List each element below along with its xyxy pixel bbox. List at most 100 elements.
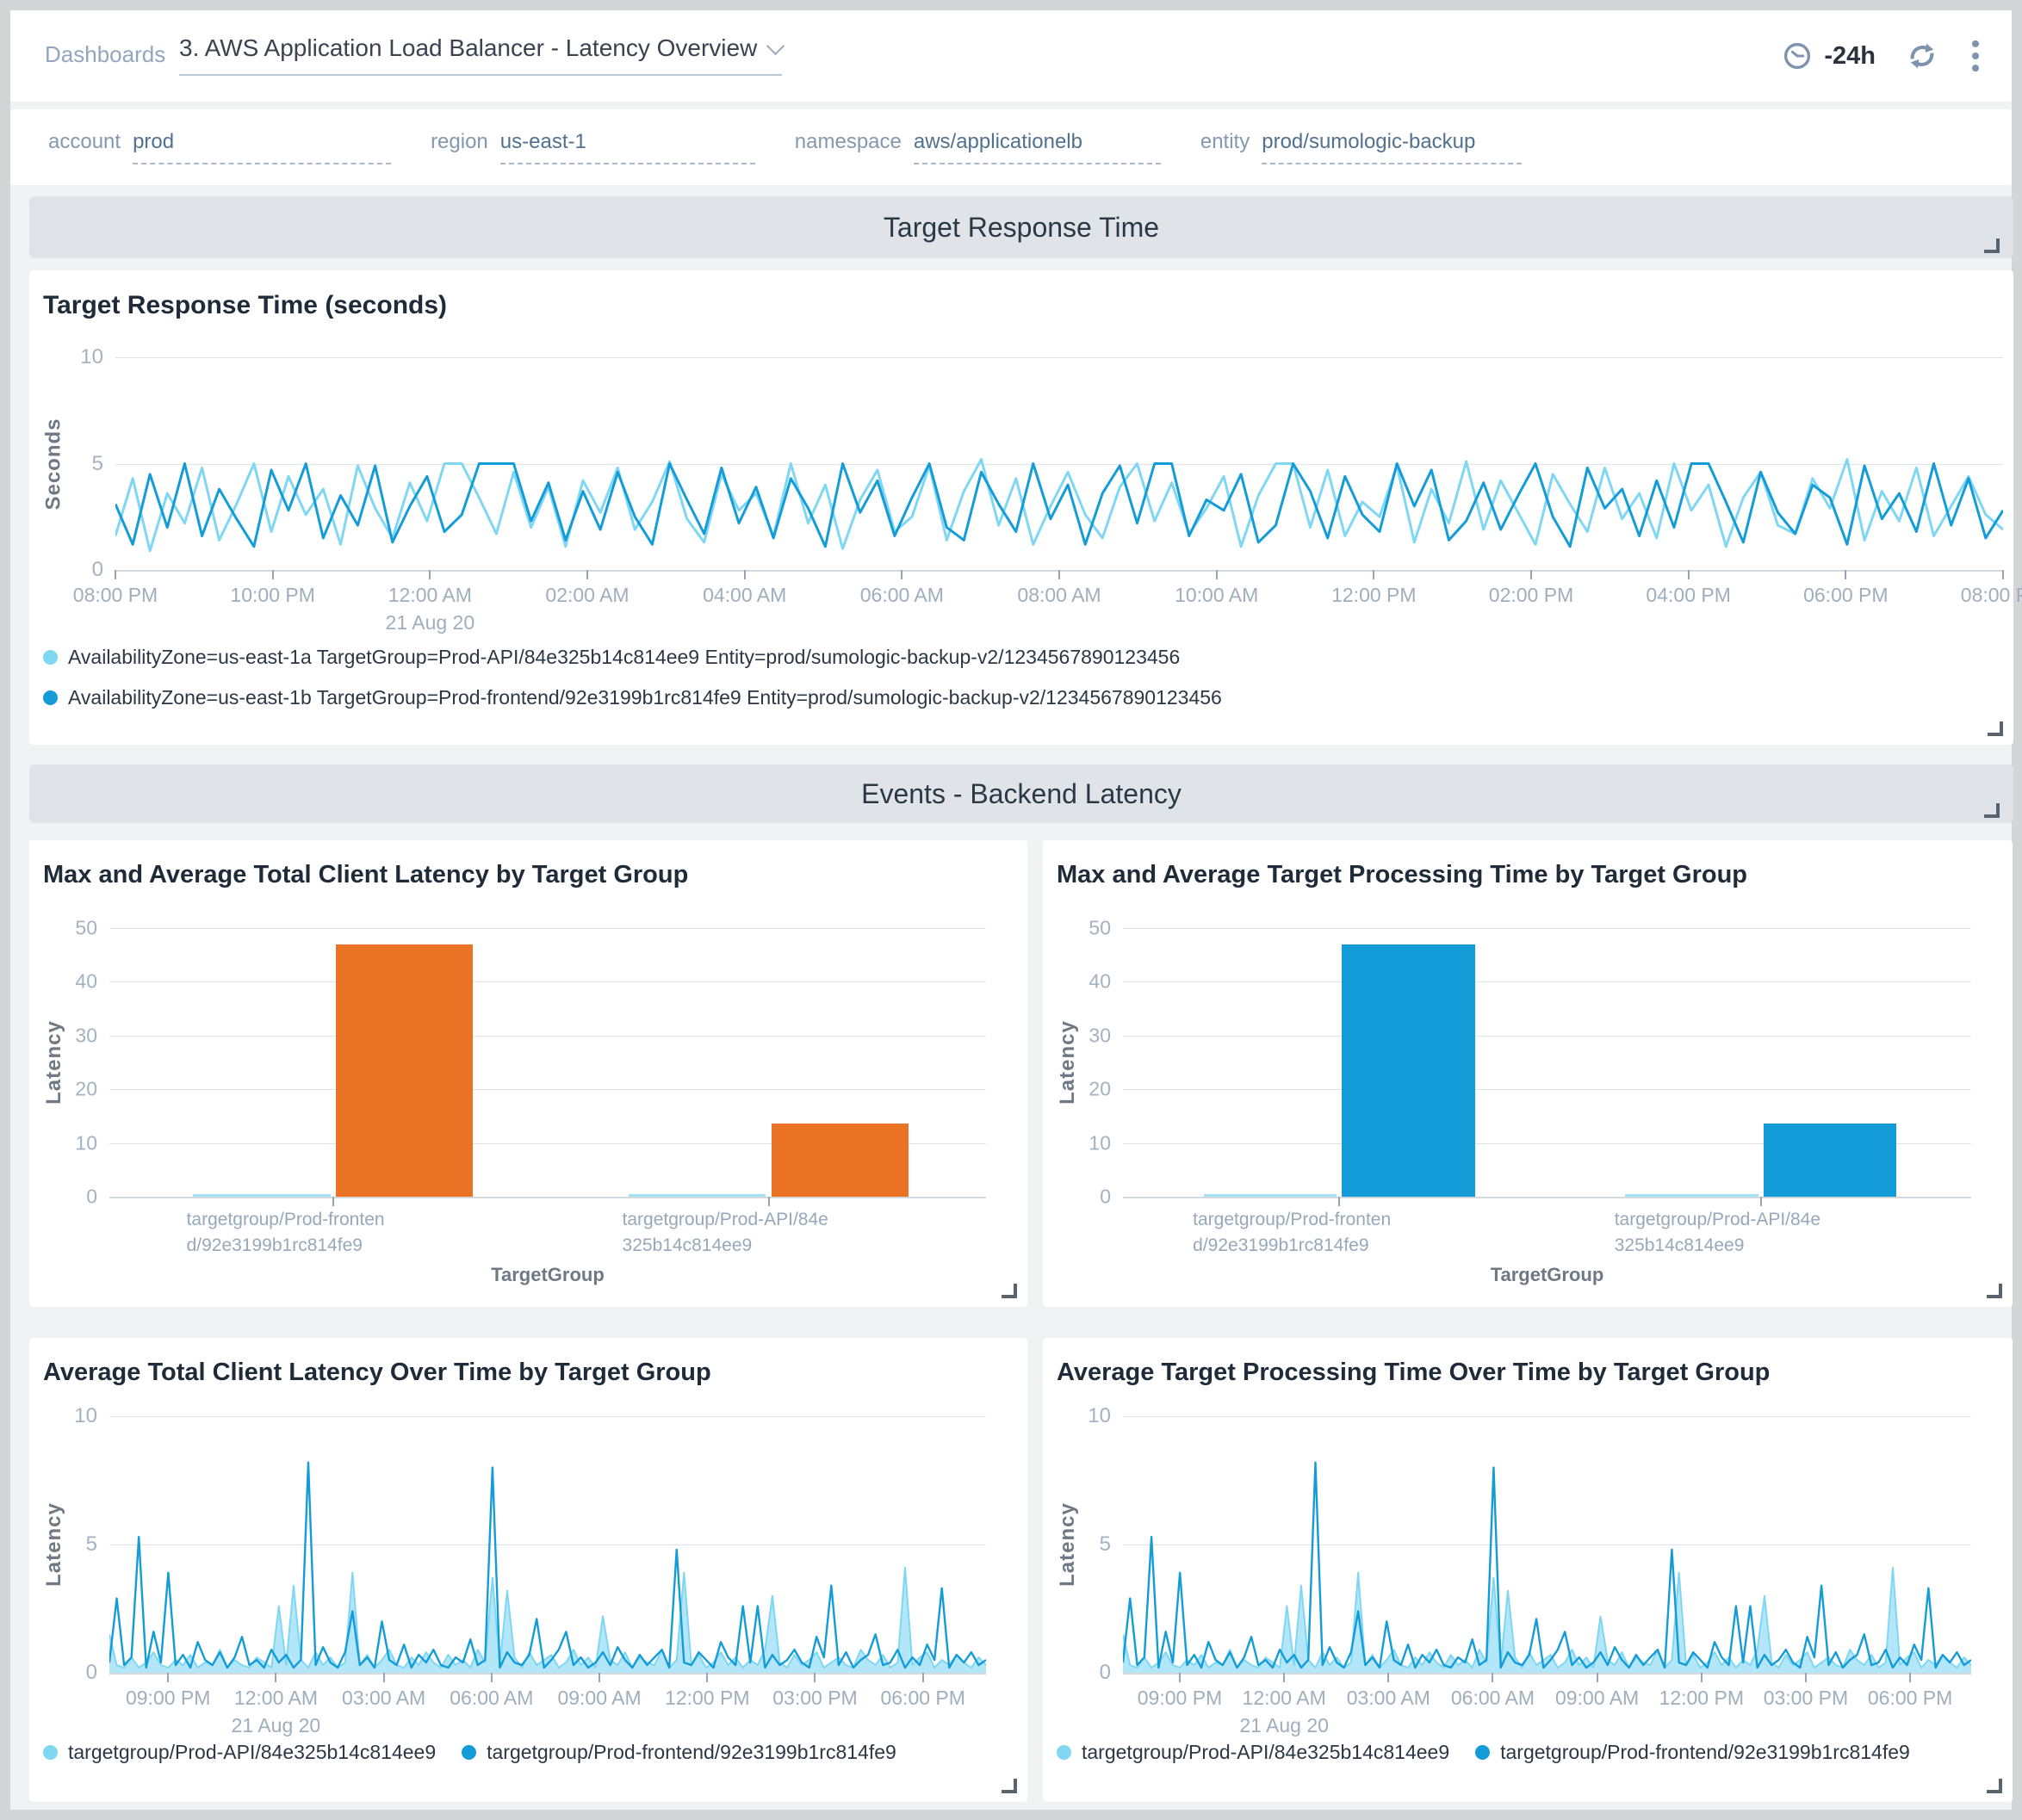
y-tick-label: 0 xyxy=(92,558,103,582)
x-axis-strip: targetgroup/Prod-fronten d/92e3199b1rc81… xyxy=(109,1197,986,1266)
x-tick-mark xyxy=(1283,1673,1285,1682)
time-range-value[interactable]: -24h xyxy=(1824,42,1876,71)
chart-avg-target-processing-time-over-time: Average Target Processing Time Over Time… xyxy=(1043,1338,2013,1802)
resize-handle[interactable] xyxy=(1987,1284,2002,1298)
x-tick-mark xyxy=(586,570,588,579)
y-tick-label: 0 xyxy=(1100,1661,1111,1685)
line-chart-canvas xyxy=(109,1416,986,1673)
x-axis-strip: 09:00 PM12:00 AM21 Aug 2003:00 AM06:00 A… xyxy=(1123,1673,1971,1742)
legend: AvailabilityZone=us-east-1a TargetGroup=… xyxy=(43,646,1222,709)
filter-account-input[interactable]: prod xyxy=(133,130,391,164)
gridline xyxy=(1123,928,1971,929)
x-tick-label: 12:00 AM xyxy=(388,584,472,607)
x-tick-mark xyxy=(1492,1673,1493,1682)
y-tick-column: 01020304050 xyxy=(29,928,97,1197)
legend-dot xyxy=(43,650,58,665)
y-tick-label: 10 xyxy=(80,345,103,369)
chart-max-avg-total-client-latency: Max and Average Total Client Latency by … xyxy=(29,840,1027,1307)
x-tick-label: 10:00 PM xyxy=(230,584,314,607)
x-tick-mark xyxy=(1373,570,1374,579)
filter-region-input[interactable]: us-east-1 xyxy=(500,130,755,164)
x-tick-mark xyxy=(768,1197,770,1206)
resize-handle[interactable] xyxy=(1988,721,2003,736)
chart-title: Max and Average Total Client Latency by … xyxy=(43,861,688,889)
x-tick-label: 03:00 AM xyxy=(342,1687,425,1710)
series-line-1 xyxy=(115,464,2003,547)
x-axis-date-label: 21 Aug 20 xyxy=(232,1714,321,1737)
x-tick-label: 03:00 PM xyxy=(1764,1687,1848,1710)
filter-label: entity xyxy=(1200,130,1250,164)
x-tick-label: 12:00 AM xyxy=(234,1687,318,1710)
x-tick-mark xyxy=(1805,1673,1807,1682)
resize-handle[interactable] xyxy=(1984,238,2000,253)
legend-dot xyxy=(1057,1745,1071,1760)
y-tick-column: 01020304050 xyxy=(1043,928,1111,1197)
chart-target-response-time-seconds: Target Response Time (seconds)Seconds051… xyxy=(29,270,2013,745)
legend-item[interactable]: AvailabilityZone=us-east-1a TargetGroup=… xyxy=(43,646,1222,669)
breadcrumb[interactable]: Dashboards xyxy=(45,41,165,68)
x-tick-mark xyxy=(1760,1197,1762,1206)
kebab-menu-icon[interactable] xyxy=(1969,39,1982,73)
x-tick-mark xyxy=(1387,1673,1389,1682)
y-tick-label: 10 xyxy=(74,1404,97,1428)
legend-item[interactable]: targetgroup/Prod-API/84e325b14c814ee9 xyxy=(43,1741,436,1764)
x-tick-mark xyxy=(706,1673,708,1682)
x-tick-mark xyxy=(814,1673,816,1682)
x-tick-mark xyxy=(599,1673,600,1682)
legend-dot xyxy=(462,1745,476,1760)
x-tick-label: 09:00 AM xyxy=(1555,1687,1639,1710)
y-tick-label: 30 xyxy=(1089,1024,1111,1047)
category-label: targetgroup/Prod-fronten d/92e3199b1rc81… xyxy=(1193,1207,1485,1260)
bar-max xyxy=(772,1124,909,1197)
x-tick-mark xyxy=(1688,570,1690,579)
resize-handle[interactable] xyxy=(1987,1779,2002,1793)
x-tick-label: 06:00 PM xyxy=(1868,1687,1952,1710)
x-tick-mark xyxy=(332,1197,334,1206)
filter-namespace-input[interactable]: aws/applicationelb xyxy=(914,130,1161,164)
refresh-icon[interactable] xyxy=(1907,40,1938,71)
filter-entity-input[interactable]: prod/sumologic-backup xyxy=(1262,130,1522,164)
category-label: targetgroup/Prod-API/84e 325b14c814ee9 xyxy=(623,1207,915,1260)
filter-label: region xyxy=(431,130,488,164)
legend-label: targetgroup/Prod-frontend/92e3199b1rc814… xyxy=(487,1741,896,1764)
x-tick-mark xyxy=(1058,570,1060,579)
y-tick-label: 0 xyxy=(86,1661,97,1685)
x-tick-mark xyxy=(491,1673,493,1682)
y-tick-label: 40 xyxy=(1089,970,1111,994)
x-tick-mark xyxy=(383,1673,385,1682)
x-axis-strip: 08:00 PM10:00 PM12:00 AM21 Aug 2002:00 A… xyxy=(115,570,2003,639)
resize-handle[interactable] xyxy=(1984,803,2000,818)
legend-dot xyxy=(43,690,58,705)
x-tick-mark xyxy=(275,1673,276,1682)
chart-avg-total-client-latency-over-time: Average Total Client Latency Over Time b… xyxy=(29,1338,1027,1802)
dashboard-title-dropdown[interactable]: 3. AWS Application Load Balancer - Laten… xyxy=(179,34,782,76)
x-tick-mark xyxy=(744,570,746,579)
panel-header-target-response-time: Target Response Time xyxy=(29,196,2013,258)
legend-item[interactable]: targetgroup/Prod-frontend/92e3199b1rc814… xyxy=(1475,1741,1910,1764)
x-tick-mark xyxy=(1216,570,1218,579)
filter-namespace: namespace aws/applicationelb xyxy=(795,130,1161,164)
clock-icon[interactable] xyxy=(1783,41,1812,71)
y-tick-label: 10 xyxy=(1088,1404,1111,1428)
legend-item[interactable]: targetgroup/Prod-frontend/92e3199b1rc814… xyxy=(462,1741,896,1764)
legend-item[interactable]: AvailabilityZone=us-east-1b TargetGroup=… xyxy=(43,686,1222,709)
legend-label: targetgroup/Prod-API/84e325b14c814ee9 xyxy=(68,1741,436,1764)
resize-handle[interactable] xyxy=(1002,1284,1017,1298)
filter-label: namespace xyxy=(795,130,902,164)
y-tick-label: 20 xyxy=(1089,1078,1111,1101)
panel-header-title: Events - Backend Latency xyxy=(861,778,1182,810)
resize-handle[interactable] xyxy=(1002,1779,1017,1793)
x-tick-label: 12:00 PM xyxy=(1331,584,1416,607)
gridline xyxy=(109,981,986,982)
line-chart-canvas xyxy=(115,357,2003,570)
filter-entity: entity prod/sumologic-backup xyxy=(1200,130,1522,164)
dashboard-topbar: Dashboards 3. AWS Application Load Balan… xyxy=(10,10,2012,102)
gridline xyxy=(1123,981,1971,982)
y-tick-label: 10 xyxy=(75,1131,97,1155)
x-axis-title: TargetGroup xyxy=(1491,1264,1604,1286)
legend-label: targetgroup/Prod-API/84e325b14c814ee9 xyxy=(1082,1741,1449,1764)
legend-item[interactable]: targetgroup/Prod-API/84e325b14c814ee9 xyxy=(1057,1741,1449,1764)
x-tick-label: 08:00 PM xyxy=(73,584,158,607)
plot-area xyxy=(115,357,2003,572)
y-tick-label: 0 xyxy=(86,1185,97,1209)
